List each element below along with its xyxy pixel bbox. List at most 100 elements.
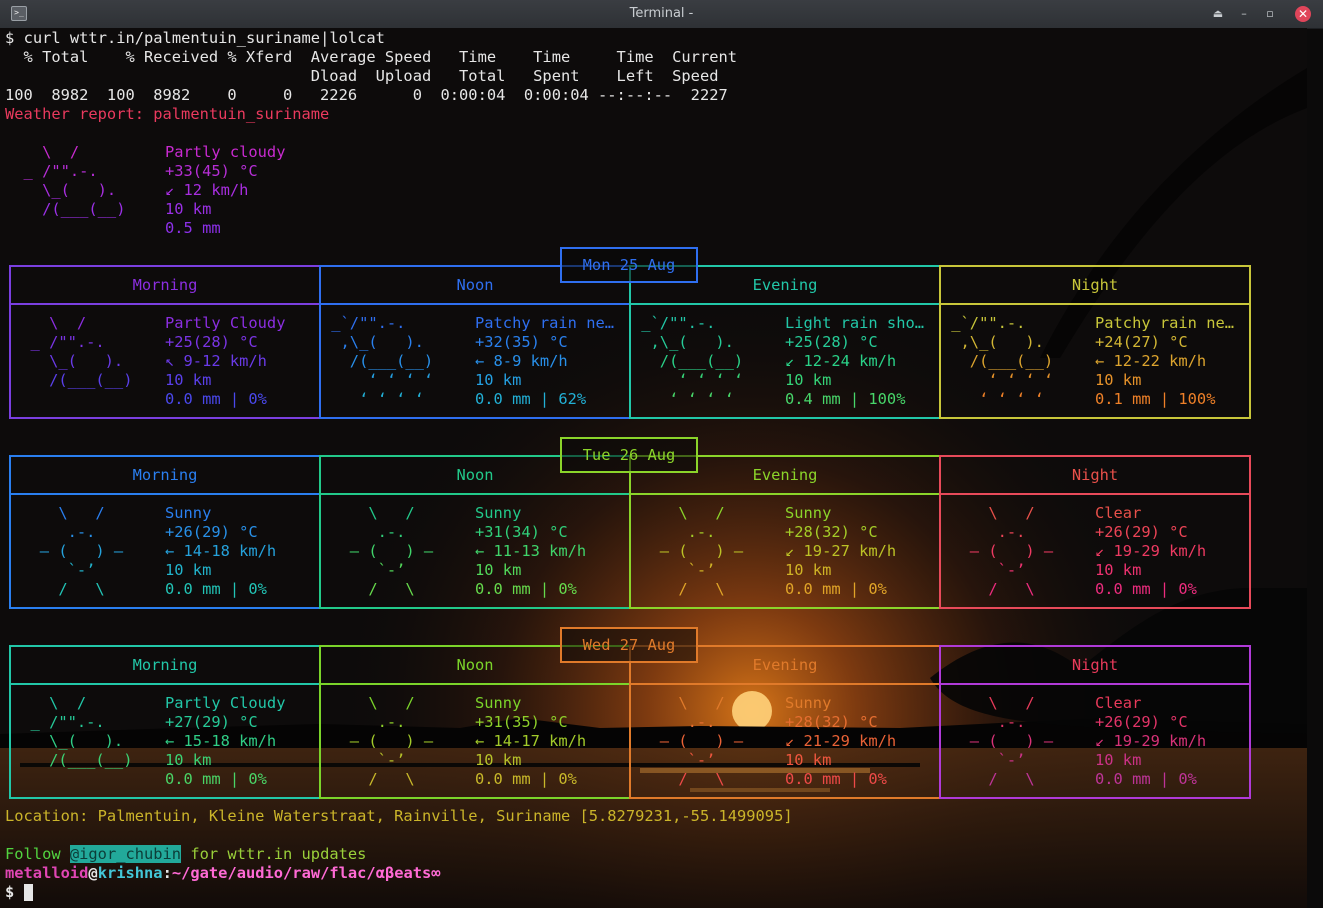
weather-art: ‘ ‘ ‘ ‘ (942, 371, 1054, 389)
weather-art: `-’ (942, 751, 1026, 769)
forecast-condition: Clear (1095, 504, 1142, 522)
weather-art: `-’ (322, 561, 406, 579)
prompt-symbol-input: $ (5, 883, 15, 901)
weather-art: _`/"".-. (322, 314, 406, 332)
up-arrow-icon[interactable]: ⏏ (1210, 6, 1226, 22)
period-header-noon: Noon (456, 276, 494, 294)
location-line: Location: Palmentuin, Kleine Waterstraat… (5, 807, 793, 825)
forecast-condition: Patchy rain ne… (475, 314, 614, 332)
forecast-visibility: 10 km (785, 371, 832, 389)
current-precipitation: 0.5 mm (165, 219, 221, 237)
forecast-visibility: 10 km (1095, 751, 1142, 769)
prompt-path: ~/gate/audio/raw/flac/αβeats∞ (171, 864, 441, 882)
forecast-precipitation: 0.0 mm | 0% (1095, 770, 1197, 788)
forecast-condition: Light rain sho… (785, 314, 924, 332)
weather-art: `-’ (12, 561, 96, 579)
forecast-wind: ↙ 19-29 km/h (1095, 732, 1207, 750)
weather-art: `-’ (942, 561, 1026, 579)
weather-art: _ /"".-. (12, 713, 105, 731)
current-weather-art: /(___(__) (5, 200, 126, 218)
close-icon[interactable]: ✕ (1295, 6, 1311, 22)
weather-art: \ / (322, 504, 415, 522)
forecast-temperature: +26(29) °C (1095, 713, 1188, 731)
weather-art: ‘ ‘ ‘ ‘ (632, 390, 734, 408)
weather-art: ,\_( ). (322, 333, 424, 351)
forecast-visibility: 10 km (165, 371, 212, 389)
forecast-wind: ← 15-18 km/h (165, 732, 277, 750)
weather-art: .-. (632, 523, 716, 541)
text-cursor (23, 884, 33, 901)
weather-art: \ / (942, 504, 1035, 522)
forecast-temperature: +26(29) °C (165, 523, 258, 541)
forecast-temperature: +24(27) °C (1095, 333, 1188, 351)
forecast-temperature: +27(29) °C (165, 713, 258, 731)
forecast-precipitation: 0.4 mm | 100% (785, 390, 906, 408)
weather-art: \_( ). (12, 352, 124, 370)
forecast-precipitation: 0.0 mm | 0% (165, 580, 267, 598)
command-line: $ curl wttr.in/palmentuin_suriname|lolca… (5, 29, 385, 48)
current-condition: Partly cloudy (165, 143, 286, 161)
weather-art: ― ( ) ― (942, 732, 1054, 750)
weather-art: ― ( ) ― (322, 542, 434, 560)
weather-art: .-. (632, 713, 716, 731)
weather-art: /(___(__) (322, 352, 434, 370)
weather-art: \ / (12, 694, 87, 712)
prompt-user: metalloid (5, 864, 89, 882)
forecast-wind: ← 14-18 km/h (165, 542, 277, 560)
weather-art: .-. (322, 713, 406, 731)
weather-art: \ / (942, 694, 1035, 712)
twitter-handle[interactable]: @igor_chubin (69, 845, 182, 863)
forecast-precipitation: 0.0 mm | 0% (475, 770, 577, 788)
forecast-condition: Sunny (785, 504, 832, 522)
weather-art: /(___(__) (632, 352, 744, 370)
period-header-noon: Noon (456, 656, 494, 674)
weather-art: /(___(__) (12, 751, 133, 769)
weather-art: ‘ ‘ ‘ ‘ (322, 371, 434, 389)
forecast-wind: ↙ 12-24 km/h (785, 352, 897, 370)
forecast-temperature: +31(34) °C (475, 523, 568, 541)
current-weather-art: \ / (5, 143, 80, 161)
forecast-precipitation: 0.0 mm | 62% (475, 390, 587, 408)
weather-art: /(___(__) (12, 371, 133, 389)
period-header-morning: Morning (132, 466, 198, 484)
forecast-condition: Sunny (165, 504, 212, 522)
follow-line: Follow @igor_chubin for wttr.in updates (5, 845, 366, 864)
weather-art: ― ( ) ― (632, 542, 744, 560)
weather-art: \ / (632, 694, 725, 712)
forecast-precipitation: 0.1 mm | 100% (1095, 390, 1216, 408)
weather-art: \ / (12, 314, 87, 332)
weather-art: / \ (322, 770, 415, 788)
period-header-night: Night (1071, 656, 1119, 674)
weather-art: ‘ ‘ ‘ ‘ (322, 390, 424, 408)
weather-art: .-. (322, 523, 406, 541)
weather-art: ,\_( ). (632, 333, 734, 351)
forecast-precipitation: 0.0 mm | 0% (165, 770, 267, 788)
weather-art: `-’ (632, 561, 716, 579)
input-line[interactable]: $ (5, 883, 33, 902)
curl-header-line-2: Dload Upload Total Spent Left Speed (5, 67, 719, 85)
forecast-temperature: +28(32) °C (785, 713, 878, 731)
forecast-wind: ← 11-13 km/h (475, 542, 587, 560)
forecast-precipitation: 0.0 mm | 0% (475, 580, 577, 598)
weather-art: ,\_( ). (942, 333, 1044, 351)
maximize-icon[interactable]: ▫ (1262, 6, 1278, 22)
forecast-visibility: 10 km (785, 751, 832, 769)
weather-art: \ / (12, 504, 105, 522)
minimize-icon[interactable]: – (1236, 6, 1252, 22)
weather-art: / \ (632, 580, 725, 598)
weather-art: ― ( ) ― (632, 732, 744, 750)
weather-art: / \ (322, 580, 415, 598)
weather-art: .-. (942, 523, 1026, 541)
curl-header-line-1: % Total % Received % Xferd Average Speed… (5, 48, 738, 66)
forecast-condition: Clear (1095, 694, 1142, 712)
weather-art: _ /"".-. (12, 333, 105, 351)
forecast-condition: Patchy rain ne… (1095, 314, 1234, 332)
weather-art: `-’ (322, 751, 406, 769)
weather-art: ― ( ) ― (12, 542, 124, 560)
forecast-visibility: 10 km (1095, 371, 1142, 389)
terminal-output[interactable]: $ curl wttr.in/palmentuin_suriname|lolca… (0, 28, 1307, 908)
forecast-temperature: +26(29) °C (1095, 523, 1188, 541)
weather-art: _`/"".-. (942, 314, 1026, 332)
weather-art: \_( ). (12, 732, 124, 750)
forecast-wind: ← 14-17 km/h (475, 732, 587, 750)
